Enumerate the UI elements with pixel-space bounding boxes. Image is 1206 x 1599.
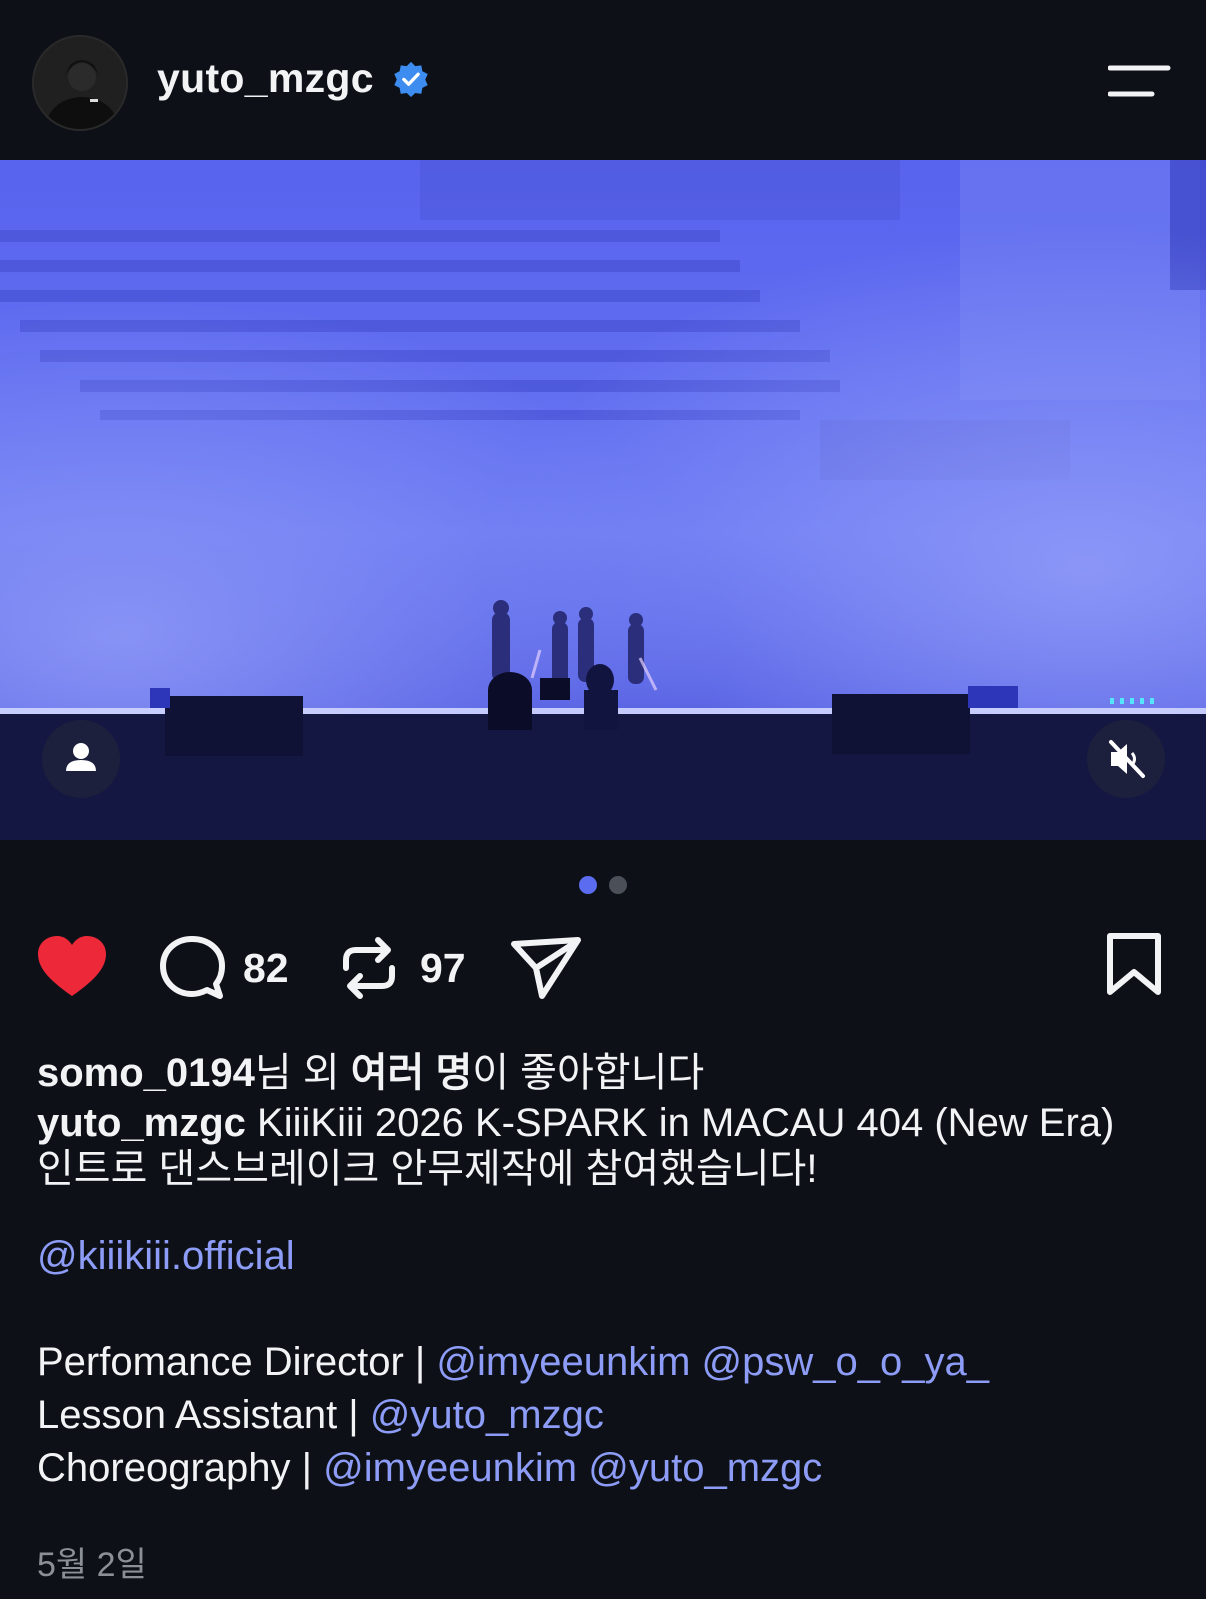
credit-mentions[interactable]: @yuto_mzgc <box>370 1393 604 1437</box>
person-icon <box>66 743 96 771</box>
carousel-indicator <box>0 876 1206 896</box>
tagged-people-button[interactable] <box>42 720 120 798</box>
post-media-video[interactable] <box>0 160 1206 840</box>
action-bar: 82 97 <box>0 930 1206 1010</box>
carousel-dot-active <box>579 876 597 894</box>
heart-filled-icon[interactable] <box>36 934 108 1000</box>
credit-label: Choreography | <box>37 1446 324 1490</box>
likes-summary[interactable]: somo_0194님 외 여러 명이 좋아합니다 <box>37 1040 704 1098</box>
official-mention-line: @kiiikiii.official <box>37 1233 295 1279</box>
mention-link[interactable]: @kiiikiii.official <box>37 1234 295 1278</box>
hamburger-menu-icon[interactable] <box>1108 62 1172 102</box>
likes-text-end: 이 좋아합니다 <box>472 1051 705 1095</box>
concert-stage-image <box>0 160 1206 840</box>
credit-line: Choreography | @imyeeunkim @yuto_mzgc <box>37 1445 822 1491</box>
mute-toggle-button[interactable] <box>1087 720 1165 798</box>
credit-label: Perfomance Director | <box>37 1340 437 1384</box>
avatar[interactable] <box>32 35 128 131</box>
username[interactable]: yuto_mzgc <box>157 55 374 102</box>
post-caption: yuto_mzgc KiiiKiii 2026 K-SPARK in MACAU… <box>37 1100 1157 1192</box>
credit-mentions[interactable]: @imyeeunkim @psw_o_o_ya_ <box>436 1340 989 1384</box>
comment-count: 82 <box>243 945 289 991</box>
likes-text-middle: 님 외 <box>254 1051 351 1095</box>
credit-mentions[interactable]: @imyeeunkim @yuto_mzgc <box>323 1446 822 1490</box>
bookmark-icon[interactable] <box>1106 932 1162 996</box>
avatar-image <box>34 37 126 129</box>
credit-label: Lesson Assistant | <box>37 1393 370 1437</box>
credit-line: Lesson Assistant | @yuto_mzgc <box>37 1392 604 1438</box>
credit-line: Perfomance Director | @imyeeunkim @psw_o… <box>37 1339 989 1385</box>
caption-author[interactable]: yuto_mzgc <box>37 1101 246 1145</box>
post-date: 5월 2일 <box>37 1546 147 1584</box>
muted-speaker-icon <box>1109 740 1145 778</box>
likes-text-bold[interactable]: 여러 명 <box>351 1051 473 1095</box>
verified-badge-icon <box>394 61 428 98</box>
send-icon[interactable] <box>510 934 582 1002</box>
carousel-dot <box>609 876 627 894</box>
post-header: yuto_mzgc <box>0 0 1206 160</box>
comment-bubble-icon[interactable] <box>158 934 226 1002</box>
repost-icon[interactable] <box>338 934 400 1002</box>
repost-count: 97 <box>420 945 466 991</box>
liked-by-user[interactable]: somo_0194 <box>37 1051 255 1095</box>
